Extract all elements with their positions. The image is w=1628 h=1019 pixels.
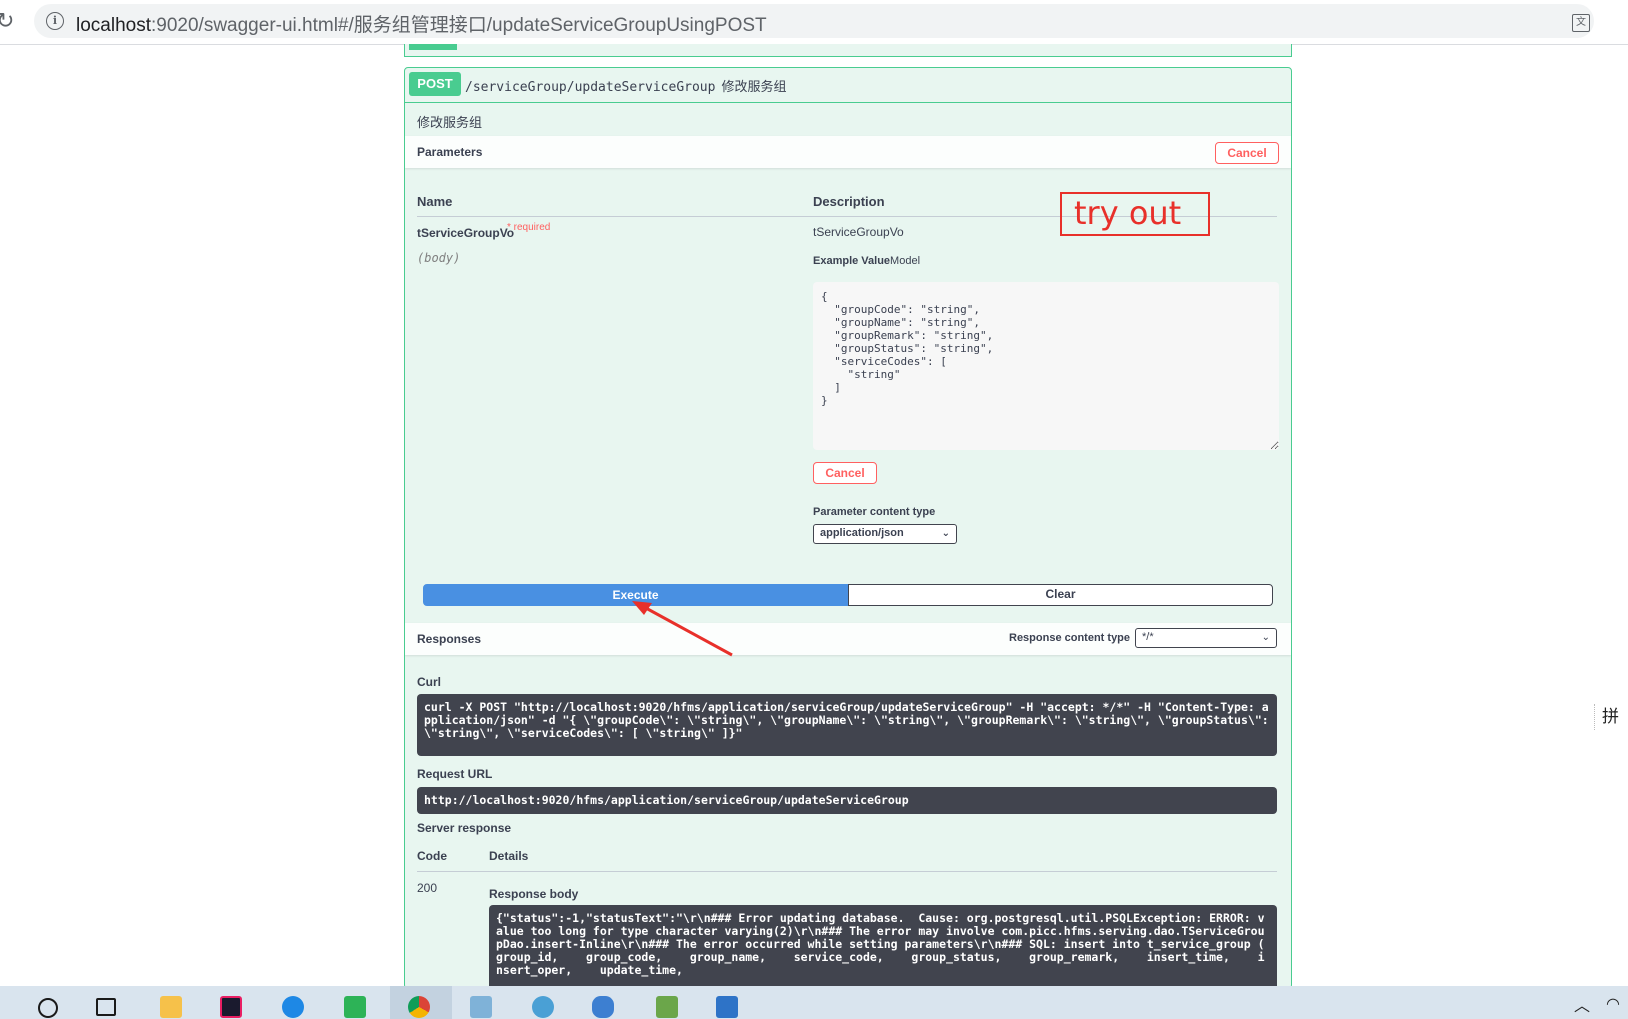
parameter-content-type-label: Parameter content type: [813, 506, 936, 518]
clear-button[interactable]: Clear: [848, 584, 1273, 606]
previous-operation-block[interactable]: [404, 44, 1292, 57]
response-content-type-label: Response content type: [1009, 632, 1131, 644]
address-bar[interactable]: i localhost:9020/swagger-ui.html#/服务组管理接…: [34, 4, 1594, 38]
parameter-required-badge: * required: [507, 222, 551, 233]
intellij-icon[interactable]: [220, 996, 242, 1018]
operation-path-text: /serviceGroup/updateServiceGroup: [465, 80, 716, 95]
curl-label: Curl: [417, 675, 441, 689]
browser-toolbar: ↻ i localhost:9020/swagger-ui.html#/服务组管…: [0, 0, 1628, 45]
responses-header: Responses Response content type */* ⌄: [405, 623, 1291, 655]
column-description-header: Description: [813, 194, 885, 209]
chevron-up-icon[interactable]: ︿: [1574, 992, 1590, 1016]
ime-indicator[interactable]: 拼: [1594, 704, 1619, 730]
response-content-type-select[interactable]: */* ⌄: [1135, 628, 1277, 648]
operation-summary-text: 修改服务组: [721, 80, 787, 95]
parameters-header: Parameters Cancel: [405, 136, 1291, 168]
parameter-content-type-value: application/json: [820, 527, 904, 539]
search-icon[interactable]: [38, 998, 58, 1018]
task-view-icon[interactable]: [96, 998, 116, 1016]
chevron-down-icon: ⌄: [1261, 632, 1270, 643]
response-status-code: 200: [417, 881, 438, 895]
parameter-content-type-select[interactable]: application/json ⌄: [813, 524, 957, 544]
curl-command[interactable]: curl -X POST "http://localhost:9020/hfms…: [417, 694, 1277, 756]
response-details-header: Details: [489, 849, 529, 863]
try-out-cancel-button[interactable]: Cancel: [1215, 142, 1279, 164]
response-body-label: Response body: [489, 887, 579, 901]
operation-path: /serviceGroup/updateServiceGroup 修改服务组: [465, 76, 786, 95]
wifi-icon[interactable]: ◠: [1606, 994, 1620, 1014]
response-content-type-value: */*: [1142, 631, 1154, 643]
notepad-icon[interactable]: [470, 996, 492, 1018]
server-response-label: Server response: [417, 821, 512, 835]
window-app-icon[interactable]: [716, 996, 738, 1018]
example-value-tab[interactable]: Example Value: [813, 255, 890, 267]
response-body[interactable]: {"status":-1,"statusText":"\r\n### Error…: [489, 905, 1277, 988]
request-url[interactable]: http://localhost:9020/hfms/application/s…: [417, 787, 1277, 814]
editor-icon[interactable]: [656, 996, 678, 1018]
response-code-header: Code: [417, 849, 447, 863]
responses-title: Responses: [417, 632, 482, 646]
request-url-label: Request URL: [417, 767, 493, 781]
parameter-name: tServiceGroupVo: [417, 226, 515, 240]
parameter-location: (body): [417, 251, 461, 265]
body-cancel-button[interactable]: Cancel: [813, 462, 877, 484]
chrome-icon[interactable]: [408, 996, 430, 1018]
operation-summary[interactable]: POST /serviceGroup/updateServiceGroup 修改服…: [405, 68, 1291, 103]
url-path: :9020/swagger-ui.html#/服务组管理接口/updateSer…: [151, 15, 767, 36]
annotation-box: try out: [1060, 192, 1210, 236]
execute-wrapper: Execute Clear: [423, 584, 1273, 606]
file-explorer-icon[interactable]: [160, 996, 182, 1018]
site-info-icon[interactable]: i: [46, 12, 64, 30]
annotation-arrow-icon: [632, 601, 733, 657]
wps-icon[interactable]: [344, 996, 366, 1018]
annotation-text: try out: [1074, 194, 1182, 232]
reload-icon[interactable]: ↻: [0, 8, 14, 34]
column-name-header: Name: [417, 194, 453, 209]
translate-icon[interactable]: 文: [1572, 14, 1590, 32]
operation-description: 修改服务组: [417, 116, 483, 131]
request-body-textarea[interactable]: { "groupCode": "string", "groupName": "s…: [813, 282, 1279, 450]
chevron-down-icon: ⌄: [941, 528, 950, 539]
parameter-type: tServiceGroupVo: [813, 225, 904, 239]
url-text[interactable]: localhost:9020/swagger-ui.html#/服务组管理接口/…: [76, 10, 767, 37]
example-model-tabs: Example ValueModel: [813, 255, 920, 267]
previous-method-badge: [409, 44, 457, 50]
parameters-title: Parameters: [417, 145, 483, 159]
app-icon[interactable]: [592, 996, 614, 1018]
taskbar: ︿ ◠: [0, 986, 1628, 1019]
search-tool-icon[interactable]: [532, 996, 554, 1018]
url-host: localhost: [76, 15, 151, 36]
response-divider: [417, 871, 1277, 872]
internet-explorer-icon[interactable]: [282, 996, 304, 1018]
model-tab[interactable]: Model: [890, 255, 920, 267]
method-badge: POST: [409, 72, 461, 96]
